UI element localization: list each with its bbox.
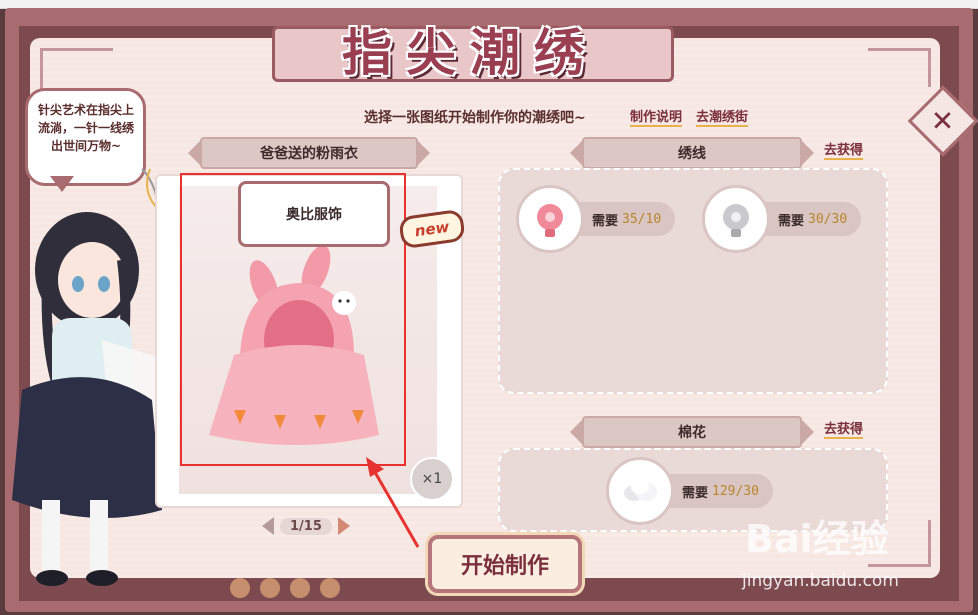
go-embroidery-street-link[interactable]: 去潮绣街 [696,106,749,127]
cotton-section-header: 棉花 [570,416,814,448]
pattern-name: 爸爸送的粉雨衣 [260,146,358,162]
material-icon-frame [516,185,584,253]
material-icon-frame [606,457,674,525]
thread-get-link[interactable]: 去获得 [824,139,864,160]
bottom-decorations [230,578,340,598]
pink-thread-icon [537,204,563,237]
speech-bubble-text: 针尖艺术在指尖上流淌，一针一线绣出世间万物~ [37,103,134,153]
decorative-coin-icon [230,578,250,598]
bar-left-ornament [188,141,200,165]
material-count: 30/30 [808,211,848,227]
bar-right-ornament [802,141,814,165]
bar-right-ornament [418,141,430,165]
bar-left-ornament [570,141,582,165]
lattice-corner-decoration [868,48,931,87]
decorative-coin-icon [290,578,310,598]
bar-right-ornament [802,420,814,444]
lattice-corner-decoration [40,48,113,91]
decorative-coin-icon [320,578,340,598]
character-illustration [12,212,167,586]
cotton-section-label: 棉花 [678,425,706,441]
pattern-name-bar: 爸爸送的粉雨衣 [188,137,430,169]
need-label: 需要 [592,213,619,229]
cotton-get-link[interactable]: 去获得 [824,418,864,439]
material-count: 35/10 [622,211,662,227]
previous-page-button[interactable] [262,517,274,535]
page-indicator: 1/15 [280,517,332,535]
need-label: 需要 [778,213,805,229]
material-item-silver-thread[interactable]: 需要 30/30 [702,185,862,253]
thread-section-label: 绣线 [678,146,706,162]
silver-thread-icon [723,204,749,237]
bar-left-ornament [570,420,582,444]
watermark-url: jingyan.baidu.com [742,571,899,591]
instructions-link[interactable]: 制作说明 [630,106,683,127]
speech-bubble-tail [50,176,74,192]
cotton-icon [624,480,657,501]
title-banner: 指尖潮绣 [272,12,674,86]
pattern-pager: 1/15 [262,517,350,535]
start-crafting-button[interactable]: 开始制作 [428,535,582,593]
close-icon: ✕ [931,104,955,138]
instruction-subtitle: 选择一张图纸开始制作你的潮绣吧~ [364,110,586,126]
speech-bubble: 针尖艺术在指尖上流淌，一针一线绣出世间万物~ [25,88,146,186]
material-item-pink-thread[interactable]: 需要 35/10 [516,185,676,253]
decorative-coin-icon [260,578,280,598]
page-title: 指尖潮绣 [342,23,598,82]
material-icon-frame [702,185,770,253]
next-page-button[interactable] [337,517,350,535]
watermark-logo: Bai经验 [745,517,889,561]
need-label: 需要 [682,485,709,501]
red-arrow-annotation [366,457,420,548]
highlight-box [180,173,406,466]
thread-section-header: 绣线 [570,137,814,169]
material-count: 129/30 [712,483,759,499]
